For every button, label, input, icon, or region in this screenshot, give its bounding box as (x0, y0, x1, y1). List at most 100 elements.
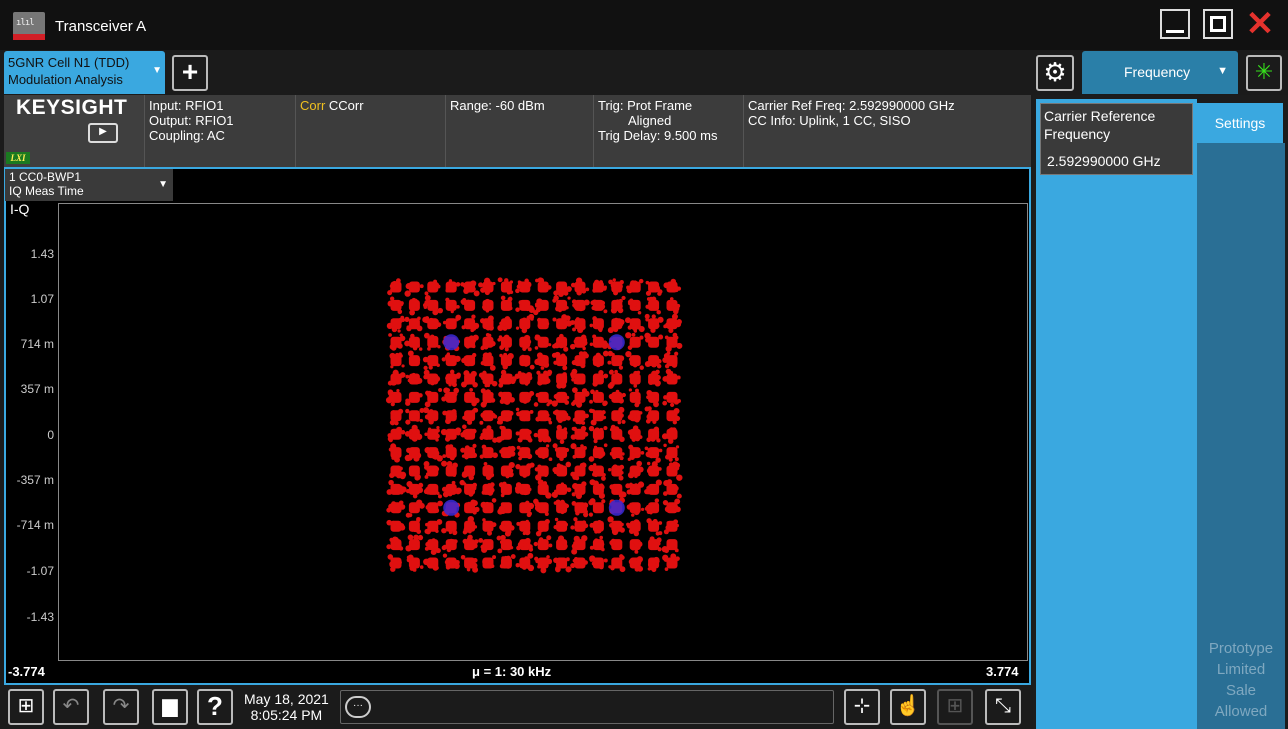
softkey-area (1036, 99, 1197, 729)
constellation-cluster (608, 278, 624, 296)
constellation-cluster (610, 295, 626, 314)
constellation-cluster (498, 481, 512, 498)
minimize-button[interactable] (1160, 9, 1190, 39)
constellation-cluster (644, 406, 660, 424)
constellation-cluster (387, 369, 406, 386)
constellation-cluster (515, 407, 534, 422)
constellation-cluster (570, 443, 587, 459)
constellation-cluster (552, 314, 573, 330)
constellation-cluster (496, 410, 514, 425)
constellation-cluster (611, 406, 626, 425)
constellation-cluster (535, 444, 553, 462)
constellation-cluster (519, 390, 535, 404)
constellation-cluster (663, 443, 680, 462)
constellation-cluster (645, 296, 661, 315)
title-bar: ılıl Transceiver A ✕ (0, 0, 1288, 50)
folder-icon[interactable]: ▆ (152, 689, 188, 725)
constellation-cluster (464, 499, 480, 515)
add-tab-button[interactable]: + (172, 55, 208, 91)
constellation-cluster (588, 425, 608, 444)
mode-tab[interactable]: 5GNR Cell N1 (TDD) Modulation Analysis ▼ (4, 51, 165, 94)
input-status[interactable]: Input: RFIO1 Output: RFIO1 Coupling: AC (144, 95, 295, 167)
message-icon[interactable]: ··· (345, 696, 371, 718)
constellation-cluster (406, 554, 424, 572)
constellation-cluster (499, 520, 515, 537)
carrier-ref-freq-control[interactable]: Carrier Reference Frequency 2.592990000 … (1040, 103, 1193, 175)
constellation-cluster (482, 298, 494, 313)
constellation-cluster (534, 352, 550, 370)
constellation-cluster (481, 482, 495, 496)
constellation-cluster (628, 388, 641, 408)
constellation-cluster (556, 535, 568, 551)
busy-spinner-icon: ✳ (1246, 55, 1282, 91)
constellation-cluster (441, 520, 458, 536)
constellation-cluster (499, 352, 514, 370)
trigger-status[interactable]: Trig: Prot Frame Aligned Trig Delay: 9.5… (593, 95, 743, 167)
corr-label: Corr (300, 98, 326, 113)
layout-icon[interactable]: ⊹ (844, 689, 880, 725)
constellation-cluster (462, 407, 479, 425)
constellation-cluster (480, 352, 496, 371)
constellation-cluster (609, 424, 625, 443)
menu-select[interactable]: Frequency ▼ (1082, 51, 1238, 94)
constellation-cluster (570, 517, 589, 532)
constellation-cluster (589, 389, 608, 407)
constellation-cluster (662, 368, 681, 385)
window-select-line1: 1 CC0-BWP1 (9, 170, 82, 184)
window-select[interactable]: 1 CC0-BWP1 IQ Meas Time ▼ (5, 169, 173, 201)
screen-capture-icon[interactable]: ▶ (88, 123, 118, 143)
constellation-cluster (388, 443, 402, 463)
corrections-status[interactable]: Corr CCorr (295, 95, 445, 167)
window-title: Transceiver A (55, 18, 147, 35)
constellation-cluster (422, 294, 444, 316)
maximize-button[interactable] (1203, 9, 1233, 39)
constellation-cluster (500, 295, 513, 311)
constellation-cluster (441, 352, 461, 367)
range-status[interactable]: Range: -60 dBm (445, 95, 593, 167)
help-button[interactable]: ? (197, 689, 233, 725)
touch-icon[interactable]: ☝ (890, 689, 926, 725)
iq-constellation (385, 277, 683, 574)
constellation-cluster (482, 555, 497, 569)
constellation-cluster (441, 460, 458, 477)
coupling-text: Coupling: AC (149, 128, 225, 143)
close-button[interactable]: ✕ (1245, 7, 1275, 41)
message-bar[interactable]: ··· (340, 690, 834, 724)
constellation-cluster (385, 389, 402, 407)
window-select-line2: IQ Meas Time (9, 184, 84, 198)
output-text: Output: RFIO1 (149, 113, 234, 128)
fullscreen-icon[interactable]: ⤡ (985, 689, 1021, 725)
grid-icon[interactable]: ⊞ (937, 689, 973, 725)
constellation-cluster (662, 498, 681, 514)
constellation-cluster (404, 424, 423, 442)
constellation-cluster (533, 428, 552, 443)
constellation-cluster (408, 517, 422, 534)
gear-icon[interactable]: ⚙ (1036, 55, 1074, 91)
constellation-cluster (590, 299, 608, 314)
constellation-cluster (626, 278, 644, 294)
plot-title: I-Q (10, 201, 30, 217)
constellation-cluster (405, 408, 425, 425)
carrier-status[interactable]: Carrier Ref Freq: 2.592990000 GHz CC Inf… (743, 95, 1031, 167)
windows-icon[interactable]: ⊞ (8, 689, 44, 725)
constellation-cluster (460, 297, 476, 311)
constellation-cluster (644, 313, 664, 333)
constellation-cluster (570, 317, 586, 334)
constellation-cluster (662, 553, 680, 571)
constellation-cluster (570, 462, 587, 481)
constellation-cluster (589, 555, 608, 570)
constellation-cluster (514, 371, 533, 386)
constellation-cluster (516, 537, 534, 552)
constellation-cluster (496, 534, 514, 554)
constellation-cluster (537, 479, 552, 499)
constellation-cluster (589, 519, 604, 534)
constellation-cluster (627, 425, 643, 442)
redo-icon[interactable]: ↷ (103, 689, 139, 725)
tab-settings[interactable]: Settings (1197, 103, 1283, 143)
constellation-cluster (607, 516, 625, 536)
undo-icon[interactable]: ↶ (53, 689, 89, 725)
constellation-cluster (535, 519, 550, 537)
carrier-ref-freq-value[interactable]: 2.592990000 GHz (1044, 150, 1192, 172)
constellation-cluster (571, 351, 589, 369)
constellation-cluster (460, 443, 478, 460)
